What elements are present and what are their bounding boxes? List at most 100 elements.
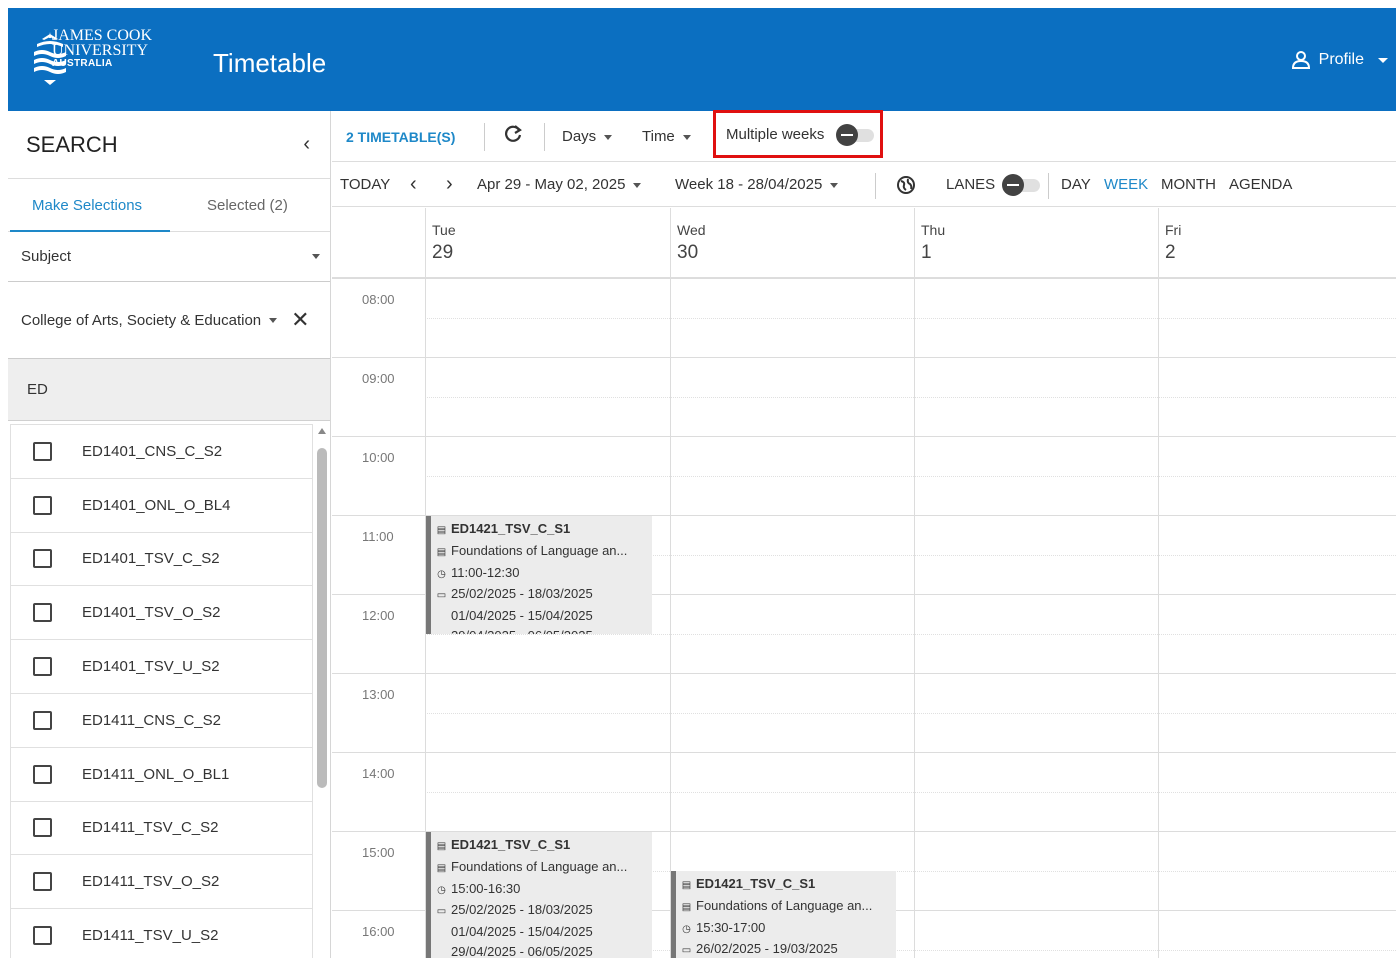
multiple-weeks-toggle[interactable] xyxy=(836,124,874,146)
prev-chevron-icon[interactable]: ‹ xyxy=(410,173,417,196)
tab-make-selections[interactable]: Make Selections xyxy=(32,197,142,214)
list-item[interactable]: ED1401_TSV_O_S2 xyxy=(11,586,312,641)
event-dates: ▭ 25/02/2025 - 18/03/2025 xyxy=(436,900,652,922)
list-item-label: ED1411_TSV_C_S2 xyxy=(82,819,219,837)
multiple-weeks-label: Multiple weeks xyxy=(726,126,825,143)
sidebar-tabs: Make Selections Selected (2) xyxy=(8,179,330,232)
list-scrollbar[interactable] xyxy=(316,424,328,958)
event-code: ▤ ED1421_TSV_C_S1 xyxy=(436,519,652,541)
checkbox[interactable] xyxy=(33,495,52,515)
chevron-down-icon xyxy=(312,254,320,259)
list-item[interactable]: ED1411_TSV_O_S2 xyxy=(11,855,312,910)
subject-select-value: Subject xyxy=(21,248,72,265)
navigation-toolbar: TODAY ‹ › Apr 29 - May 02, 2025 Week 18 … xyxy=(332,163,1396,207)
view-week-button[interactable]: WEEK xyxy=(1104,176,1148,193)
checkbox[interactable] xyxy=(33,926,52,946)
event-dates: 29/04/2025 - 06/05/2025 xyxy=(451,943,593,958)
day-header-row: Tue 29 Wed 30 Thu 1 Fri 2 xyxy=(332,208,1396,278)
day-number: 1 xyxy=(921,242,932,263)
chevron-down-icon xyxy=(633,182,642,188)
event-code: ▤ ED1421_TSV_C_S1 xyxy=(681,874,896,896)
event-dates: 01/04/2025 - 15/04/2025 xyxy=(451,608,593,624)
multiple-weeks-highlight: Multiple weeks xyxy=(713,110,883,158)
filter-input[interactable]: ED xyxy=(8,359,330,421)
checkbox[interactable] xyxy=(33,549,52,569)
list-item[interactable]: ED1411_TSV_U_S2 xyxy=(11,909,312,958)
half-hour-line xyxy=(425,397,1396,398)
tab-selected[interactable]: Selected (2) xyxy=(207,197,288,214)
time-label: 11:00 xyxy=(362,529,394,544)
checkbox[interactable] xyxy=(33,818,52,838)
checkbox[interactable] xyxy=(33,441,52,461)
view-agenda-button[interactable]: AGENDA xyxy=(1229,176,1292,193)
hour-row: 13:00 xyxy=(332,673,1396,752)
hour-row: 10:00 xyxy=(332,436,1396,515)
checkbox[interactable] xyxy=(33,603,52,623)
list-item[interactable]: ED1411_ONL_O_BL1 xyxy=(11,748,312,802)
day-header-fri[interactable]: Fri 2 xyxy=(1158,208,1396,278)
today-button[interactable]: TODAY xyxy=(340,176,390,193)
event-block[interactable]: ▤ ED1421_TSV_C_S1 ▤ Foundations of Languag… xyxy=(426,516,652,634)
day-header-tue[interactable]: Tue 29 xyxy=(425,208,670,278)
clear-icon[interactable]: ✕ xyxy=(291,307,309,333)
event-block[interactable]: ▤ ED1421_TSV_C_S1 ▤ Foundations of Languag… xyxy=(671,871,896,958)
timetables-count-button[interactable]: 2 TIMETABLE(S) xyxy=(346,129,455,145)
document-icon: ▤ xyxy=(681,880,692,891)
list-item-label: ED1401_TSV_C_S2 xyxy=(82,550,220,568)
subject-list: ED1401_CNS_C_S2 ED1401_ONL_O_BL4 ED1401_… xyxy=(10,424,313,958)
app-title: Timetable xyxy=(213,48,327,78)
checkbox[interactable] xyxy=(33,657,52,677)
days-dropdown[interactable]: Days xyxy=(562,128,613,145)
divider xyxy=(1048,173,1049,199)
scroll-up-icon[interactable] xyxy=(318,428,326,434)
profile-menu[interactable]: Profile xyxy=(1291,50,1388,70)
calendar-icon: ▭ xyxy=(436,590,447,602)
time-label: 10:00 xyxy=(362,450,395,465)
event-block[interactable]: ▤ ED1421_TSV_C_S1 ▤ Foundations of Languag… xyxy=(426,832,652,958)
event-dates: ▭ 25/02/2025 - 18/03/2025 xyxy=(436,584,652,606)
column-divider xyxy=(1158,278,1159,958)
lanes-toggle[interactable] xyxy=(1002,174,1040,196)
search-title: SEARCH xyxy=(26,131,118,157)
half-hour-line xyxy=(425,713,1396,714)
checkbox[interactable] xyxy=(33,764,52,784)
list-item[interactable]: ED1401_ONL_O_BL4 xyxy=(11,479,312,533)
globe-icon[interactable] xyxy=(896,175,916,195)
day-header-thu[interactable]: Thu 1 xyxy=(914,208,1158,278)
time-label: 09:00 xyxy=(362,371,395,386)
checkbox[interactable] xyxy=(33,710,52,730)
day-header-wed[interactable]: Wed 30 xyxy=(670,208,914,278)
search-header: SEARCH ‹ xyxy=(8,111,330,179)
hour-row: 08:00 xyxy=(332,278,1396,357)
next-chevron-icon[interactable]: › xyxy=(446,173,453,196)
list-item[interactable]: ED1401_TSV_U_S2 xyxy=(11,640,312,694)
view-month-button[interactable]: MONTH xyxy=(1161,176,1216,193)
event-title: ▤ Foundations of Language an... xyxy=(681,896,896,918)
list-item[interactable]: ED1411_CNS_C_S2 xyxy=(11,694,312,748)
logo-line-2: UNIVERSITY xyxy=(52,42,148,59)
chevron-down-icon xyxy=(682,134,691,140)
time-dropdown[interactable]: Time xyxy=(642,128,691,145)
college-select[interactable]: College of Arts, Society & Education ✕ xyxy=(8,282,330,359)
checkbox[interactable] xyxy=(33,872,52,892)
subject-select[interactable]: Subject xyxy=(8,232,330,282)
logo-line-3: AUSTRALIA xyxy=(52,58,113,69)
days-dropdown-label: Days xyxy=(562,128,597,145)
document-icon: ▤ xyxy=(681,901,692,913)
scroll-thumb[interactable] xyxy=(317,448,327,788)
list-item[interactable]: ED1411_TSV_C_S2 xyxy=(11,802,312,856)
event-title: ▤ Foundations of Language an... xyxy=(436,541,652,563)
collapse-chevron-icon[interactable]: ‹ xyxy=(303,133,310,156)
week-dropdown[interactable]: Week 18 - 28/04/2025 xyxy=(675,176,839,193)
list-item[interactable]: ED1401_TSV_C_S2 xyxy=(11,533,312,587)
chevron-down-icon xyxy=(1378,57,1388,63)
event-dates: 29/04/2025 - 06/05/2025 xyxy=(436,626,652,634)
list-item[interactable]: ED1401_CNS_C_S2 xyxy=(11,425,312,479)
top-toolbar: 2 TIMETABLE(S) Days Time Multiple weeks xyxy=(332,110,1396,162)
time-label: 14:00 xyxy=(362,766,395,781)
document-icon: ▤ xyxy=(436,862,447,874)
logo-wordmark: JAMES COOK UNIVERSITY AUSTRALIA xyxy=(52,28,152,70)
view-day-button[interactable]: DAY xyxy=(1061,176,1091,193)
date-range-dropdown[interactable]: Apr 29 - May 02, 2025 xyxy=(477,176,642,193)
refresh-icon[interactable] xyxy=(502,123,524,145)
